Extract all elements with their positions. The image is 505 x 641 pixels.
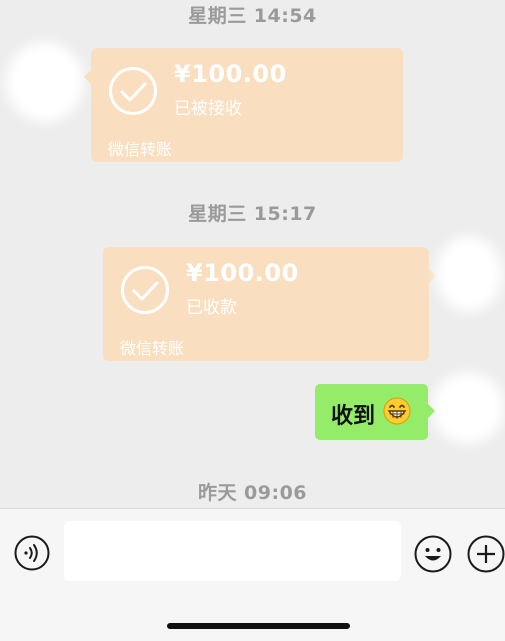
message-input[interactable] [64,521,401,581]
input-bar [0,508,505,641]
transfer-card-received[interactable]: ¥100.00 已被接收 微信转账 [84,48,403,162]
transfer-card-sent[interactable]: ¥100.00 已收款 微信转账 [103,247,436,361]
plus-icon[interactable] [467,535,505,573]
transfer-status: 已收款 [186,298,237,318]
transfer-amount: ¥100.00 [174,60,287,88]
grinning-face-emoji-icon [383,397,411,425]
self-avatar[interactable] [432,372,504,444]
self-avatar[interactable] [436,236,502,312]
smiley-icon[interactable] [414,535,452,573]
timestamp-2: 星期三 15:17 [188,203,317,225]
transfer-amount: ¥100.00 [186,259,299,287]
check-circle-icon [121,266,169,314]
sent-message-bubble[interactable]: 收到 [315,384,435,440]
voice-icon[interactable] [14,535,50,571]
transfer-brand-label: 微信转账 [120,339,185,358]
timestamp-1: 星期三 14:54 [188,5,317,27]
sender-avatar[interactable] [6,42,84,122]
transfer-brand-label: 微信转账 [108,140,173,159]
transfer-status: 已被接收 [174,99,242,119]
message-text: 收到 [331,404,376,429]
check-circle-icon [109,67,157,115]
timestamp-3: 昨天 09:06 [197,482,308,504]
home-indicator[interactable] [167,623,350,629]
